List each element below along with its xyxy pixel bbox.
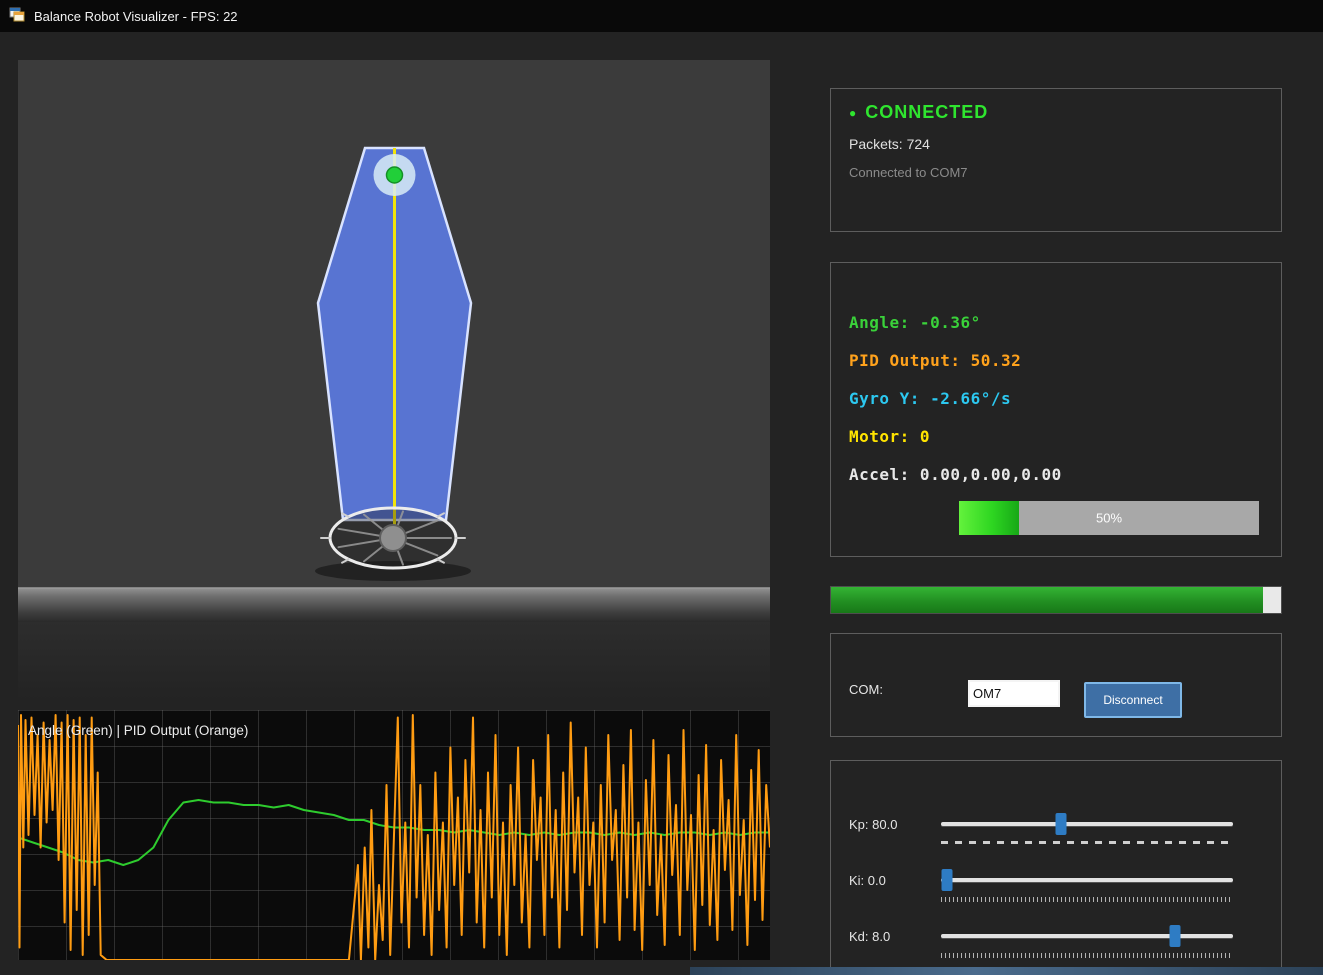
ki-label: Ki: 0.0 xyxy=(849,873,886,888)
pid-tuning-panel: Kp: 80.0 Ki: 0.0 Kd: 8.0 xyxy=(830,760,1282,975)
chart-series-pid-output xyxy=(18,715,770,960)
disconnect-button[interactable]: Disconnect xyxy=(1084,682,1182,718)
kd-slider-ticks xyxy=(941,953,1233,958)
status-dot-icon: ● xyxy=(849,107,856,119)
kd-slider-track[interactable] xyxy=(941,934,1233,938)
kp-slider-ticks xyxy=(941,841,1233,844)
kd-label: Kd: 8.0 xyxy=(849,929,890,944)
balance-progress-bar: 50% xyxy=(959,501,1259,535)
com-port-input[interactable] xyxy=(968,680,1060,707)
chart-legend-label: Angle (Green) | PID Output (Orange) xyxy=(28,723,248,738)
com-panel: COM: Disconnect xyxy=(830,633,1282,737)
window-bottom-edge xyxy=(690,967,1323,975)
wheel-hub xyxy=(380,525,406,551)
accel-readout: Accel: 0.00,0.00,0.00 xyxy=(849,465,1263,485)
connection-detail: Connected to COM7 xyxy=(849,165,1263,180)
app-icon xyxy=(9,6,25,27)
floor xyxy=(18,588,770,622)
ki-slider-track[interactable] xyxy=(941,878,1233,882)
kp-slider[interactable] xyxy=(941,811,1233,853)
main-progress-fill xyxy=(831,587,1263,613)
balance-progress-label: 50% xyxy=(959,511,1259,526)
below-floor xyxy=(18,622,770,700)
kp-slider-row: Kp: 80.0 xyxy=(831,805,1281,853)
motor-readout: Motor: 0 xyxy=(849,427,1263,447)
gyro-readout: Gyro Y: -2.66°/s xyxy=(849,389,1263,409)
robot-view-panel xyxy=(18,60,770,700)
kp-slider-thumb[interactable] xyxy=(1055,813,1066,835)
telemetry-chart: Angle (Green) | PID Output (Orange) xyxy=(18,710,770,960)
kd-slider-thumb[interactable] xyxy=(1169,925,1180,947)
kp-label: Kp: 80.0 xyxy=(849,817,897,832)
ki-slider-row: Ki: 0.0 xyxy=(831,861,1281,909)
kp-slider-track[interactable] xyxy=(941,822,1233,826)
window-title: Balance Robot Visualizer - FPS: 22 xyxy=(34,9,238,24)
packet-progress-bar xyxy=(830,586,1282,614)
title-bar: Balance Robot Visualizer - FPS: 22 xyxy=(0,0,1323,32)
pid-output-readout: PID Output: 50.32 xyxy=(849,351,1263,371)
ki-slider-ticks xyxy=(941,897,1233,902)
telemetry-panel: Angle: -0.36° PID Output: 50.32 Gyro Y: … xyxy=(830,262,1282,557)
connection-status-panel: ● CONNECTED Packets: 724 Connected to CO… xyxy=(830,88,1282,232)
kd-slider-row: Kd: 8.0 xyxy=(831,917,1281,965)
packets-count: Packets: 724 xyxy=(849,136,1263,152)
ki-slider-thumb[interactable] xyxy=(941,869,952,891)
winforms-icon xyxy=(9,6,25,22)
head-marker xyxy=(387,167,403,183)
angle-readout: Angle: -0.36° xyxy=(849,313,1263,333)
com-label: COM: xyxy=(849,682,883,697)
kd-slider[interactable] xyxy=(941,923,1233,965)
ki-slider[interactable] xyxy=(941,867,1233,909)
connection-status: CONNECTED xyxy=(865,102,988,123)
